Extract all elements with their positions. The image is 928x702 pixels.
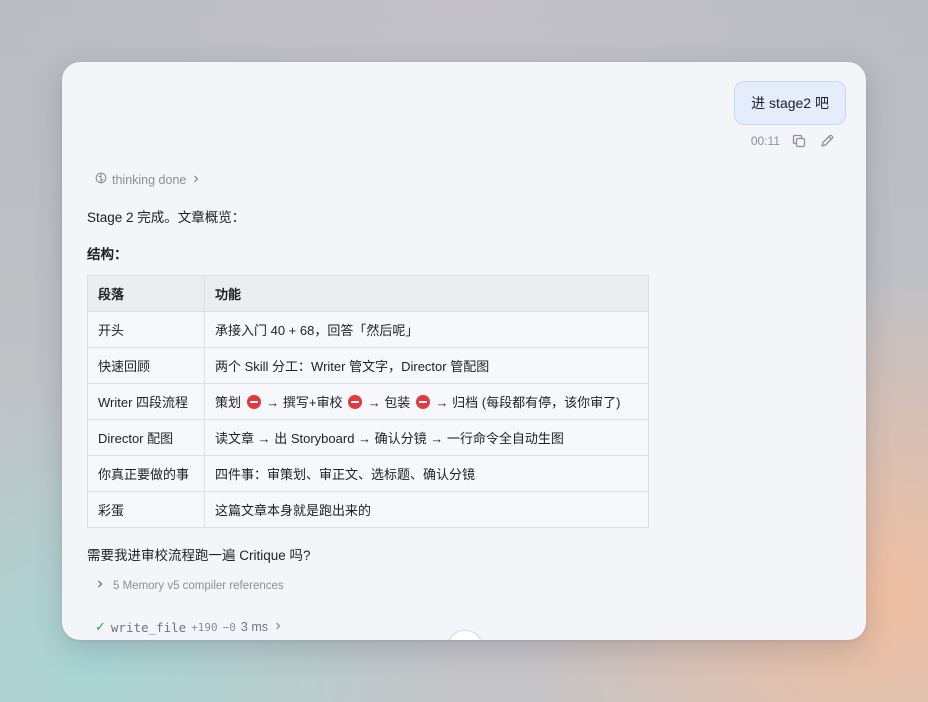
message-timestamp: 00:11 <box>750 134 780 148</box>
check-icon: ✓ <box>95 619 106 634</box>
chevron-right-icon <box>95 579 105 592</box>
table-cell: 读文章 → 出 Storyboard → 确认分镜 → 一行命令全自动生图 <box>204 419 649 456</box>
table-row: 开头 承接入门 40 + 68，回答「然后呢」 <box>87 311 649 348</box>
table-cell: Director 配图 <box>87 419 205 456</box>
table-cell: 承接入门 40 + 68，回答「然后呢」 <box>204 311 649 348</box>
table-row: 彩蛋 这篇文章本身就是跑出来的 <box>87 491 649 528</box>
structure-table: 段落 功能 开头 承接入门 40 + 68，回答「然后呢」 快速回顾 两个 Sk… <box>87 275 649 528</box>
table-row: Writer 四段流程 策划 → 撰写+审校 → 包装 → 归档 (每段都有停，… <box>87 383 649 420</box>
thinking-label: thinking done <box>112 172 187 187</box>
tool-name: write_file <box>110 619 187 635</box>
table-cell: 这篇文章本身就是跑出来的 <box>204 491 649 528</box>
user-message-bubble: 进 stage2 吧 <box>734 81 846 125</box>
message-meta: 00:11 <box>751 132 836 150</box>
user-message-text: 进 stage2 吧 <box>751 95 829 111</box>
assistant-intro: Stage 2 完成。文章概览： <box>87 210 246 225</box>
table-cell: 两个 Skill 分工：Writer 管文字，Director 管配图 <box>204 347 649 384</box>
tool-call-row[interactable]: ✓ write_file +190 −0 3 ms <box>95 619 283 635</box>
pencil-icon[interactable] <box>818 132 836 150</box>
chevron-right-icon <box>191 173 201 187</box>
table-cell: 四件事：审策划、审正文、选标题、确认分镜 <box>204 455 649 492</box>
table-cell: 开头 <box>87 311 205 348</box>
table-row: 你真正要做的事 四件事：审策划、审正文、选标题、确认分镜 <box>87 455 649 492</box>
lines-added: +190 <box>191 620 218 634</box>
table-row: 快速回顾 两个 Skill 分工：Writer 管文字，Director 管配图 <box>87 347 649 384</box>
copy-icon[interactable] <box>790 132 808 150</box>
lines-removed: −0 <box>222 620 236 634</box>
table-cell: 策划 → 撰写+审校 → 包装 → 归档 (每段都有停，该你审了) <box>204 383 649 420</box>
table-header-cell: 功能 <box>204 275 649 312</box>
brain-icon <box>95 172 107 187</box>
table-header-row: 段落 功能 <box>87 275 649 312</box>
structure-heading: 结构： <box>87 247 128 262</box>
table-header-cell: 段落 <box>87 275 205 312</box>
tool-duration: 3 ms <box>240 620 269 634</box>
table-cell: 你真正要做的事 <box>87 455 205 492</box>
thinking-toggle[interactable]: thinking done <box>95 172 201 187</box>
references-toggle[interactable]: 5 Memory v5 compiler references <box>95 579 284 592</box>
chat-panel: 进 stage2 吧 00:11 thinking done Stage 2 完… <box>62 62 866 640</box>
references-label: 5 Memory v5 compiler references <box>113 579 284 592</box>
table-cell: 彩蛋 <box>87 491 205 528</box>
assistant-question: 需要我进审校流程跑一遍 Critique 吗? <box>87 548 311 563</box>
table-row: Director 配图 读文章 → 出 Storyboard → 确认分镜 → … <box>87 419 649 456</box>
stop-sign-icon <box>415 395 430 409</box>
scroll-to-bottom-button[interactable] <box>447 630 483 640</box>
stop-sign-icon <box>246 395 261 409</box>
table-cell: Writer 四段流程 <box>87 383 205 420</box>
stop-sign-icon <box>348 395 363 409</box>
chevron-right-icon <box>273 620 283 634</box>
table-cell: 快速回顾 <box>87 347 205 384</box>
